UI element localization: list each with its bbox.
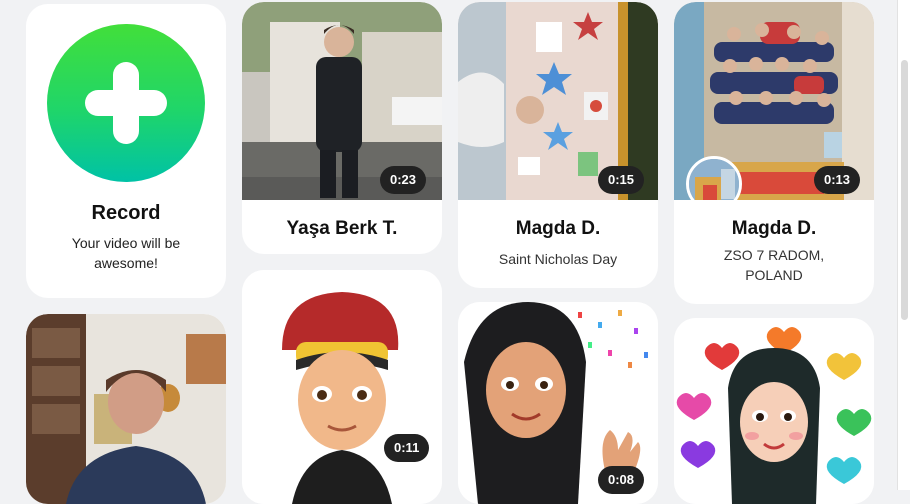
record-card[interactable]: Record Your video will be awesome!	[26, 4, 226, 298]
video-card[interactable]: 0:13 Magda D. ZSO 7 RADOM, POLAND	[674, 2, 874, 304]
video-card[interactable]: 0:08	[458, 302, 658, 504]
plus-icon	[85, 62, 167, 144]
video-author: Magda D.	[515, 218, 601, 239]
video-thumbnail[interactable]: 0:11	[242, 270, 442, 504]
record-subtitle: Your video will be awesome!	[71, 235, 181, 271]
video-thumbnail[interactable]: 0:08	[458, 302, 658, 504]
video-thumbnail[interactable]	[674, 318, 874, 504]
avatar-image	[689, 159, 739, 200]
scrollbar[interactable]	[897, 0, 910, 490]
video-thumbnail[interactable]: 0:15	[458, 2, 658, 200]
video-thumbnail[interactable]: 0:23	[242, 2, 442, 200]
video-author: Yaşa Berk T.	[286, 218, 398, 239]
thumbnail-image	[26, 314, 226, 504]
thumbnail-image	[242, 270, 442, 504]
video-thumbnail[interactable]: 0:13	[674, 2, 874, 200]
video-caption: ZSO 7 RADOM, POLAND	[723, 247, 825, 283]
video-thumbnail[interactable]	[26, 314, 226, 504]
video-card[interactable]: 0:15 Magda D. Saint Nicholas Day	[458, 2, 658, 288]
record-button[interactable]	[47, 24, 205, 182]
video-caption: Saint Nicholas Day	[498, 251, 618, 267]
duration-badge: 0:13	[814, 166, 861, 194]
video-author: Magda D.	[731, 218, 817, 239]
video-card[interactable]	[26, 314, 226, 504]
duration-badge: 0:15	[598, 166, 645, 194]
record-title: Record	[91, 202, 161, 224]
scrollbar-thumb[interactable]	[901, 60, 908, 320]
duration-badge: 0:23	[380, 166, 427, 194]
duration-badge: 0:11	[384, 434, 430, 462]
video-card[interactable]: 0:11	[242, 270, 442, 504]
video-card[interactable]: 0:23 Yaşa Berk T.	[242, 2, 442, 254]
thumbnail-image	[674, 318, 874, 504]
video-card[interactable]	[674, 318, 874, 504]
